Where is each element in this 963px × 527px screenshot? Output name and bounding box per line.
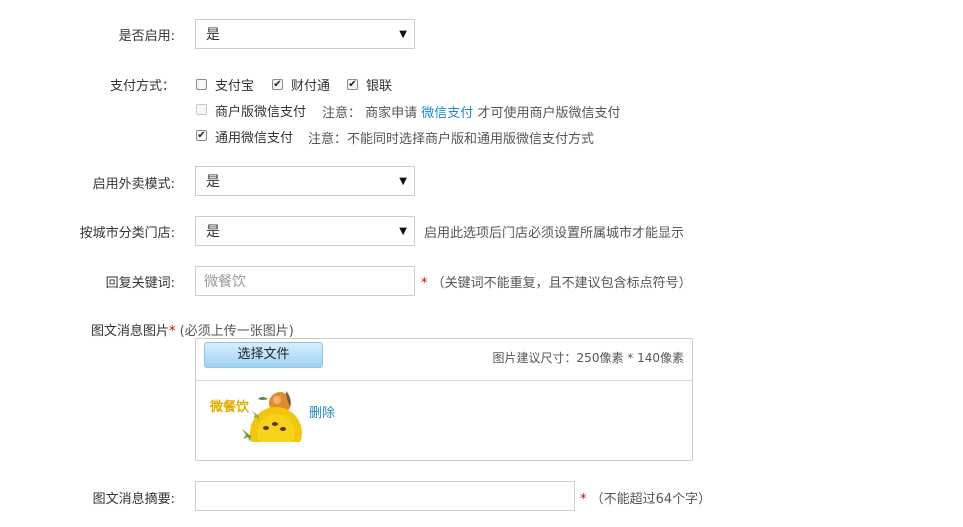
delete-image-link[interactable]: 删除 [309, 402, 335, 421]
unionpay-checkbox[interactable]: ✔ [347, 79, 358, 90]
keyword-label: 回复关键词: [105, 276, 175, 291]
city-category-select-value: 是 [206, 224, 220, 240]
thumb-caption: 微餐饮 [209, 399, 250, 415]
tenpay-label: 财付通 [291, 79, 331, 94]
takeout-label: 启用外卖模式: [92, 177, 175, 192]
keyword-input-placeholder: 微餐饮 [204, 274, 246, 290]
merchant-wechat-checkbox[interactable] [196, 104, 207, 115]
caret-down-icon: ▼ [399, 226, 407, 237]
caret-down-icon: ▼ [399, 176, 407, 187]
payment-label: 支付方式： [109, 79, 175, 94]
enabled-select[interactable]: 是 ▼ [195, 19, 415, 49]
city-category-select[interactable]: 是 ▼ [195, 216, 415, 246]
caret-down-icon: ▼ [399, 29, 407, 40]
upload-toolbar: 选择文件 图片建议尺寸：250像素 * 140像素 [196, 339, 692, 381]
summary-hint-text: （不能超过64个字） [590, 492, 712, 507]
image-size-hint: 图片建议尺寸：250像素 * 140像素 [492, 351, 684, 365]
image-label-row: 图文消息图片* (必须上传一张图片) [91, 320, 294, 339]
wechat-pay-link[interactable]: 微信支付 [421, 106, 473, 121]
check-icon: ✔ [273, 79, 282, 90]
image-required-hint: (必须上传一张图片) [179, 324, 294, 339]
check-icon: ✔ [197, 130, 206, 141]
required-mark: * [580, 492, 587, 507]
keyword-hint: * （关键词不能重复，且不建议包含标点符号） [421, 272, 692, 291]
city-category-hint: 启用此选项后门店必须设置所属城市才能显示 [424, 226, 685, 241]
keyword-hint-text: （关键词不能重复，且不建议包含标点符号） [431, 276, 692, 291]
image-upload-box: 选择文件 图片建议尺寸：250像素 * 140像素 微餐饮 删除 [195, 338, 693, 461]
summary-hint: * （不能超过64个字） [580, 488, 711, 507]
merchant-wechat-label: 商户版微信支付 [215, 105, 307, 120]
uploaded-image-thumbnail: 微餐饮 [208, 389, 304, 442]
merchant-wechat-note: 注意： 商家申请 微信支付 才可使用商户版微信支付 [322, 102, 620, 121]
summary-label: 图文消息摘要: [92, 492, 175, 507]
merchant-wechat-note-prefix: 注意： 商家申请 [322, 106, 418, 121]
enabled-label: 是否启用: [118, 29, 175, 44]
enabled-select-value: 是 [206, 27, 220, 43]
city-category-label: 按城市分类门店: [79, 226, 175, 241]
check-icon: ✔ [348, 79, 357, 90]
unionpay-label: 银联 [366, 79, 393, 94]
image-label: 图文消息图片 [91, 324, 170, 339]
general-wechat-label: 通用微信支付 [215, 131, 294, 146]
food-photo-icon: 微餐饮 [208, 389, 304, 442]
required-mark: * [169, 324, 176, 339]
store-settings-form: 是否启用: 是 ▼ 支付方式： 支付宝 ✔ 财付通 ✔ 银联 商户版微信支付 注… [0, 0, 963, 527]
takeout-select[interactable]: 是 ▼ [195, 166, 415, 196]
tenpay-checkbox[interactable]: ✔ [272, 79, 283, 90]
takeout-select-value: 是 [206, 174, 220, 190]
choose-file-button[interactable]: 选择文件 [204, 342, 323, 368]
alipay-label: 支付宝 [215, 79, 255, 94]
merchant-wechat-note-suffix: 才可使用商户版微信支付 [477, 106, 621, 121]
general-wechat-note: 注意：不能同时选择商户版和通用版微信支付方式 [308, 132, 595, 147]
general-wechat-checkbox[interactable]: ✔ [196, 130, 207, 141]
required-mark: * [421, 276, 428, 291]
summary-input[interactable] [195, 481, 575, 511]
alipay-checkbox[interactable] [196, 79, 207, 90]
keyword-input[interactable]: 微餐饮 [195, 266, 415, 296]
